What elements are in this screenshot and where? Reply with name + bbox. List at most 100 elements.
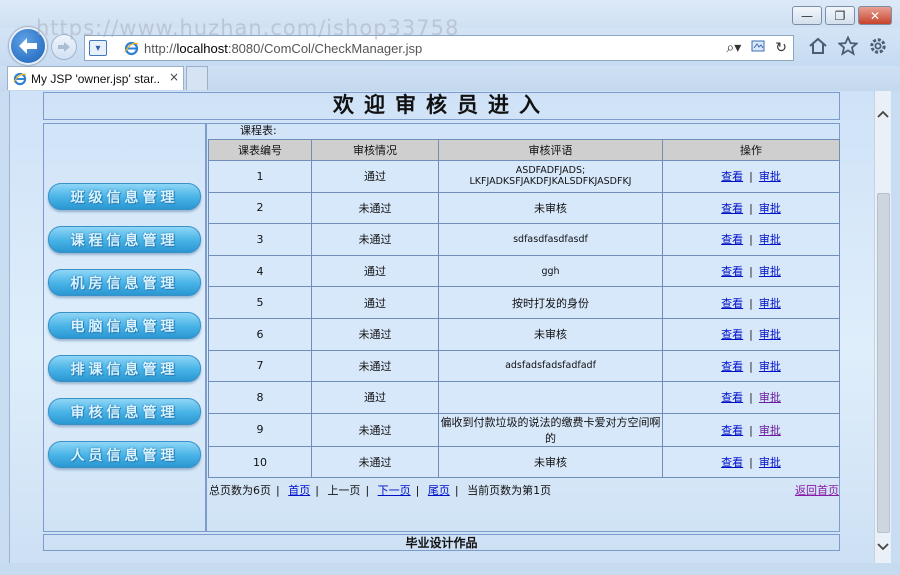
vertical-scrollbar[interactable] [874, 91, 891, 563]
view-link[interactable]: 查看 [721, 360, 743, 373]
approve-link[interactable]: 审批 [759, 297, 781, 310]
url-text[interactable]: http://localhost:8080/ComCol/CheckManage… [144, 41, 422, 56]
view-link[interactable]: 查看 [721, 456, 743, 469]
table-header-row: 课表编号 审核情况 审核评语 操作 [208, 139, 840, 161]
cell-status: 未通过 [311, 349, 439, 383]
view-link[interactable]: 查看 [721, 424, 743, 437]
next-page-link[interactable]: 下一页 [378, 484, 411, 497]
cell-comment: 偏收到付款垃圾的说法的缴费卡爱对方空间啊的 [438, 412, 663, 447]
approve-link[interactable]: 审批 [759, 233, 781, 246]
tab-bar: My JSP 'owner.jsp' star... × [0, 66, 900, 91]
compatibility-shield-icon[interactable]: ▾ [89, 40, 107, 56]
current-page-text: 当前页数为第1页 [467, 484, 552, 497]
arrow-left-icon [19, 38, 37, 54]
cell-status: 通过 [311, 254, 439, 288]
view-link[interactable]: 查看 [721, 391, 743, 404]
scroll-down-icon[interactable] [875, 538, 891, 555]
approve-link[interactable]: 审批 [759, 170, 781, 183]
cell-id: 8 [208, 381, 312, 414]
cell-actions: 查看 | 审批 [662, 286, 840, 319]
home-icon[interactable] [808, 36, 828, 56]
favorites-star-icon[interactable] [838, 36, 858, 56]
view-link[interactable]: 查看 [721, 233, 743, 246]
table-row: 10 未通过 未审核 查看 | 审批 [208, 445, 840, 479]
cell-comment: ggh [438, 254, 663, 288]
cell-id: 1 [208, 160, 312, 193]
back-button[interactable] [9, 27, 47, 65]
cell-id: 5 [208, 286, 312, 319]
cell-actions: 查看 | 审批 [662, 412, 840, 447]
footer-frame: 毕业设计作品 [43, 534, 840, 551]
cell-actions: 查看 | 审批 [662, 445, 840, 479]
menu-schedule-info[interactable]: 排课信息管理 [48, 355, 201, 382]
return-home-link[interactable]: 返回首页 [795, 482, 839, 498]
view-link[interactable]: 查看 [721, 202, 743, 215]
view-link[interactable]: 查看 [721, 297, 743, 310]
cell-actions: 查看 | 审批 [662, 317, 840, 351]
menu-course-info[interactable]: 课程信息管理 [48, 226, 201, 253]
table-row: 7 未通过 adsfadsfadsfadfadf 查看 | 审批 [208, 349, 840, 383]
cell-status: 未通过 [311, 191, 439, 225]
table-row: 3 未通过 sdfasdfasdfasdf 查看 | 审批 [208, 223, 840, 256]
cell-comment: 未审核 [438, 191, 663, 225]
table-row: 5 通过 按时打发的身份 查看 | 审批 [208, 286, 840, 319]
approve-link[interactable]: 审批 [759, 360, 781, 373]
column-header-id: 课表编号 [208, 139, 312, 161]
browser-tools [808, 36, 888, 56]
cell-actions: 查看 | 审批 [662, 381, 840, 414]
menu-class-info[interactable]: 班级信息管理 [48, 183, 201, 210]
table-row: 2 未通过 未审核 查看 | 审批 [208, 191, 840, 225]
approve-link[interactable]: 审批 [759, 265, 781, 278]
view-link[interactable]: 查看 [721, 170, 743, 183]
close-window-button[interactable]: ✕ [858, 6, 892, 25]
address-bar[interactable]: ▾ http://localhost:8080/ComCol/CheckMana… [84, 35, 794, 61]
cell-comment: 未审核 [438, 317, 663, 351]
prev-page-text: 上一页 [327, 484, 361, 497]
menu-lab-info[interactable]: 机房信息管理 [48, 269, 201, 296]
approve-link[interactable]: 审批 [759, 456, 781, 469]
minimize-button[interactable]: — [792, 6, 822, 25]
scroll-up-icon[interactable] [875, 105, 891, 122]
cell-status: 通过 [311, 160, 439, 193]
refresh-icon[interactable]: ↻ [775, 40, 787, 56]
last-page-link[interactable]: 尾页 [428, 484, 450, 497]
menu-computer-info[interactable]: 电脑信息管理 [48, 312, 201, 339]
cell-id: 3 [208, 223, 312, 256]
table-row: 8 通过 查看 | 审批 [208, 381, 840, 414]
menu-review-info[interactable]: 审核信息管理 [48, 398, 201, 425]
column-header-status: 审核情况 [311, 139, 439, 161]
approve-link[interactable]: 审批 [759, 328, 781, 341]
window-titlebar [0, 0, 900, 30]
cell-comment: sdfasdfasdfasdf [438, 223, 663, 256]
scrollbar-thumb[interactable] [877, 193, 890, 533]
approve-link[interactable]: 审批 [759, 391, 781, 404]
tab-title: My JSP 'owner.jsp' star... [31, 71, 161, 86]
forward-button[interactable] [51, 34, 77, 60]
cell-status: 通过 [311, 286, 439, 319]
maximize-button[interactable]: ❐ [825, 6, 855, 25]
approve-link[interactable]: 审批 [759, 202, 781, 215]
settings-gear-icon[interactable] [868, 36, 888, 56]
new-tab-button[interactable] [186, 66, 208, 90]
column-header-comment: 审核评语 [438, 139, 663, 161]
first-page-link[interactable]: 首页 [288, 484, 310, 497]
cell-id: 6 [208, 317, 312, 351]
pagination: 总页数为6页 | 首页 | 上一页 | 下一页 | 尾页 | 当前页数为第1页 返回首页 [209, 482, 839, 498]
view-link[interactable]: 查看 [721, 328, 743, 341]
compatibility-view-icon[interactable] [751, 39, 765, 57]
ie-tab-icon [13, 72, 27, 85]
view-link[interactable]: 查看 [721, 265, 743, 278]
tab-close-icon[interactable]: × [169, 70, 179, 84]
tab-active[interactable]: My JSP 'owner.jsp' star... × [7, 66, 184, 90]
arrow-right-icon [58, 42, 70, 52]
approve-link[interactable]: 审批 [759, 424, 781, 437]
cell-actions: 查看 | 审批 [662, 191, 840, 225]
table-row: 4 通过 ggh 查看 | 审批 [208, 254, 840, 288]
menu-personnel-info[interactable]: 人员信息管理 [48, 441, 201, 468]
cell-actions: 查看 | 审批 [662, 349, 840, 383]
search-icon[interactable]: ⌕▾ [726, 40, 741, 56]
cell-actions: 查看 | 审批 [662, 223, 840, 256]
cell-id: 4 [208, 254, 312, 288]
header-frame: 欢迎审核员进入 [43, 92, 840, 120]
course-review-table: 课表编号 审核情况 审核评语 操作 1 通过 ASDFADFJADS; LKFJAD… [208, 139, 840, 479]
